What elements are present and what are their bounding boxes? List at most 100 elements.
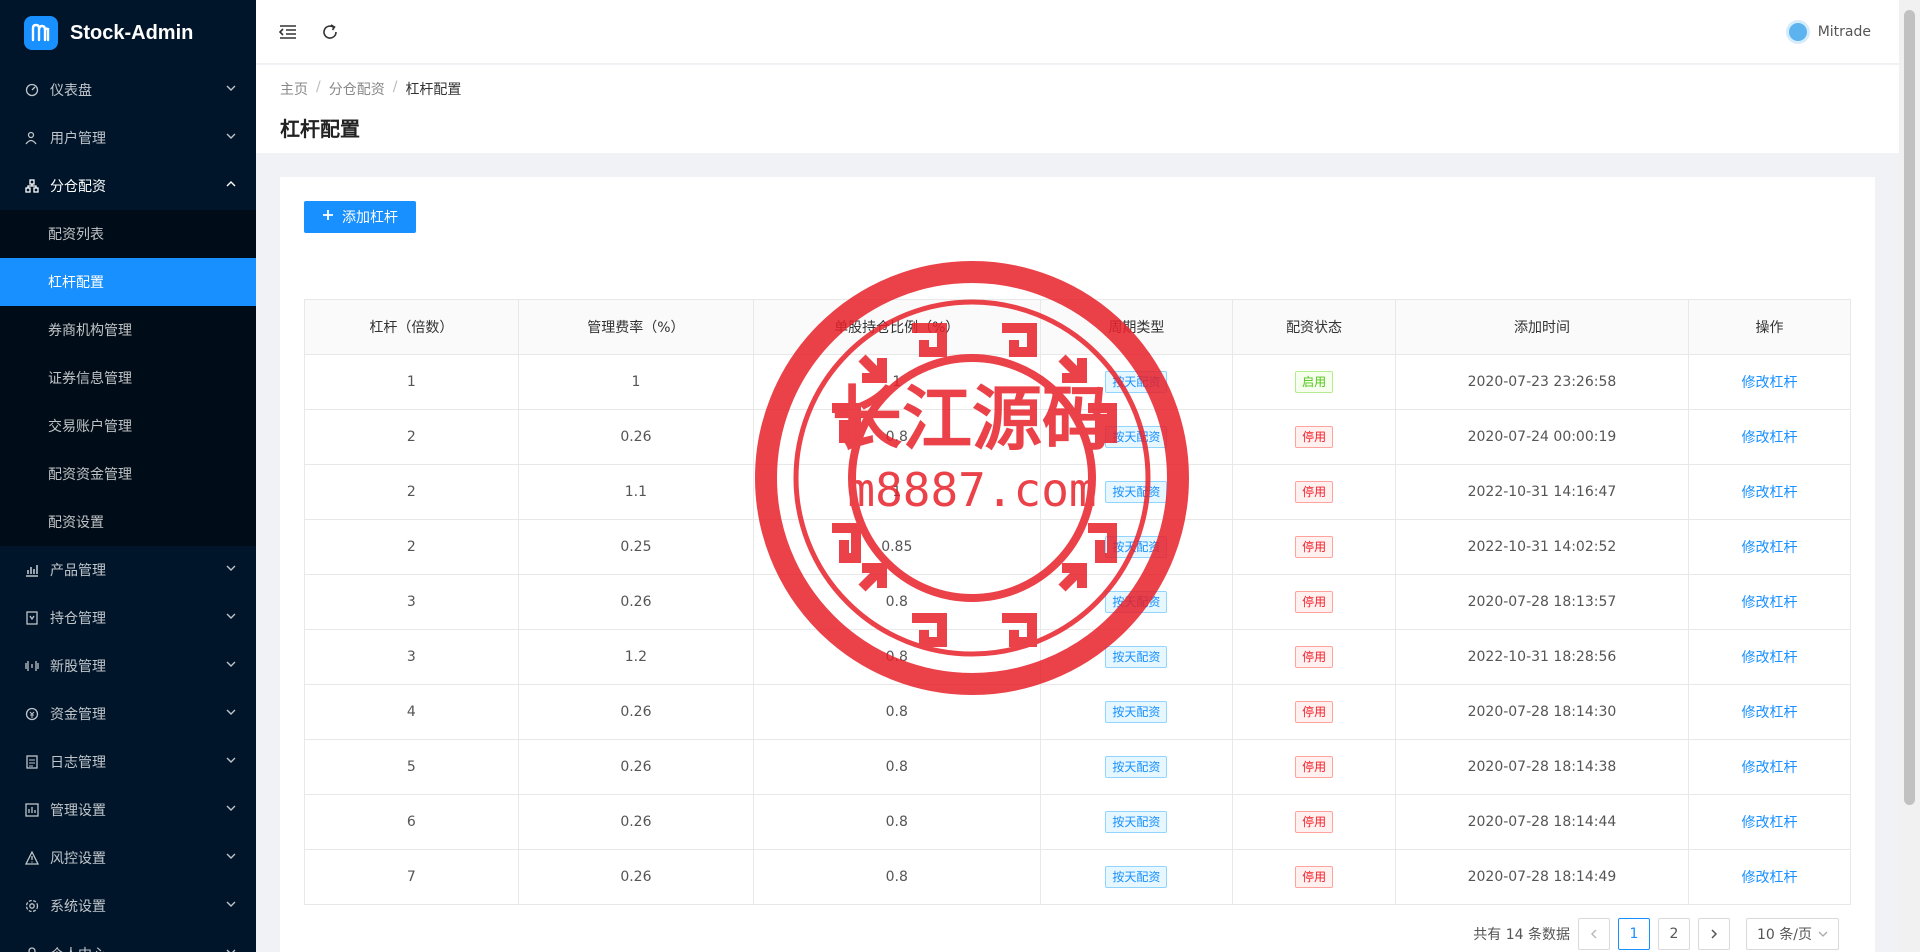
- cell-ratio: 1: [753, 354, 1041, 410]
- app-title: Stock-Admin: [70, 21, 194, 44]
- sidebar-menu-item[interactable]: 管理设置: [0, 786, 256, 834]
- table-row: 7 0.26 0.8 按天配资 停用 2020-07-28 18:14:49 修改杠杆: [304, 849, 1851, 905]
- reload-icon[interactable]: [318, 20, 342, 44]
- edit-lever-link[interactable]: 修改杠杆: [1742, 430, 1798, 446]
- next-page-button[interactable]: [1698, 918, 1731, 950]
- cell-fee: 0.26: [517, 574, 755, 630]
- content-card: 添加杠杆 杠杆（倍数） 管理费率（%） 单股持仓比例（%） 周期类型 配资状态 添加时间操…: [280, 177, 1875, 952]
- menu-fold-icon[interactable]: [276, 20, 300, 44]
- add-lever-button[interactable]: 添加杠杆: [304, 201, 416, 233]
- sidebar-menu-item[interactable]: 资金管理: [0, 690, 256, 738]
- sidebar-submenu-item[interactable]: 配资资金管理: [0, 450, 256, 498]
- sidebar-menu-item[interactable]: 个人中心: [0, 930, 256, 952]
- cell-time: 2020-07-23 23:26:58: [1394, 354, 1690, 410]
- sidebar-menu-item[interactable]: 新股管理: [0, 642, 256, 690]
- cell-ratio: 0.8: [753, 629, 1041, 685]
- sidebar-menu-item[interactable]: 日志管理: [0, 738, 256, 786]
- breadcrumb-home[interactable]: 主页: [280, 79, 308, 99]
- breadcrumb-fencang[interactable]: 分仓配资: [329, 79, 385, 99]
- cell-time: 2020-07-24 00:00:19: [1394, 409, 1690, 465]
- sidebar-menu-item[interactable]: 持仓管理: [0, 594, 256, 642]
- money-icon: [24, 706, 40, 722]
- status-badge: 停用: [1295, 756, 1334, 778]
- app-logo[interactable]: Stock-Admin: [0, 0, 256, 66]
- sidebar-menu-item[interactable]: 分仓配资: [0, 162, 256, 210]
- edit-lever-link[interactable]: 修改杠杆: [1742, 815, 1798, 831]
- cell-lever: 2: [304, 519, 519, 575]
- cell-fee: 0.26: [517, 849, 755, 905]
- status-badge: 启用: [1295, 371, 1334, 393]
- sidebar-submenu-item[interactable]: 券商机构管理: [0, 306, 256, 354]
- sidebar-submenu-item[interactable]: 交易账户管理: [0, 402, 256, 450]
- sidebar-submenu-item[interactable]: 证券信息管理: [0, 354, 256, 402]
- sidebar-menu-item[interactable]: 风控设置: [0, 834, 256, 882]
- sidebar-submenu-item[interactable]: 配资设置: [0, 498, 256, 546]
- submenu-fencang: 配资列表 杠杆配置 券商机构管理 证券信息管理 交易账户管理 配资资金管理 配资设置: [0, 210, 256, 546]
- chevron-down-icon: [226, 133, 236, 143]
- cell-time: 2022-10-31 18:28:56: [1394, 629, 1690, 685]
- avatar: [1785, 19, 1810, 44]
- edit-lever-link[interactable]: 修改杠杆: [1742, 760, 1798, 776]
- cell-fee: 0.26: [517, 409, 755, 465]
- column-header: 管理费率（%）: [517, 299, 755, 355]
- page-title: 杠杆配置: [280, 117, 360, 141]
- table-row: 5 0.26 0.8 按天配资 停用 2020-07-28 18:14:38 修改杠杆: [304, 739, 1851, 795]
- sidebar-submenu-item[interactable]: 杠杆配置: [0, 258, 256, 306]
- edit-lever-link[interactable]: 修改杠杆: [1742, 540, 1798, 556]
- cell-time: 2020-07-28 18:14:44: [1394, 794, 1690, 850]
- sidebar-menu-item[interactable]: 用户管理: [0, 114, 256, 162]
- sidebar-menu-label: 风控设置: [50, 851, 106, 867]
- cell-ratio: 0.8: [753, 794, 1041, 850]
- sidebar-menu-item[interactable]: 仪表盘: [0, 66, 256, 114]
- status-badge: 停用: [1295, 481, 1334, 503]
- sidebar-menu-label: 产品管理: [50, 563, 106, 579]
- cycle-tag: 按天配资: [1105, 811, 1168, 833]
- table-row: 3 1.2 0.8 按天配资 停用 2022-10-31 18:28:56 修改杠杆: [304, 629, 1851, 685]
- chevron-down-icon: [226, 853, 236, 863]
- edit-lever-link[interactable]: 修改杠杆: [1742, 705, 1798, 721]
- page-1-button[interactable]: 1: [1618, 918, 1651, 950]
- page-2-button[interactable]: 2: [1658, 918, 1691, 950]
- page-size-select[interactable]: 10 条/页: [1746, 918, 1839, 950]
- column-header: 周期类型: [1039, 299, 1234, 355]
- status-badge: 停用: [1295, 536, 1334, 558]
- sidebar-menu-item[interactable]: 产品管理: [0, 546, 256, 594]
- pagination-total: 共有 14 条数据: [1473, 927, 1571, 943]
- edit-lever-link[interactable]: 修改杠杆: [1742, 870, 1798, 886]
- sidebar-menu-item[interactable]: 系统设置: [0, 882, 256, 930]
- user-menu[interactable]: Mitrade: [1785, 19, 1879, 44]
- breadcrumb: 主页 / 分仓配资 / 杠杆配置: [280, 79, 462, 99]
- cell-lever: 7: [304, 849, 519, 905]
- cluster-icon: [24, 178, 40, 194]
- chevron-down-icon: [226, 709, 236, 719]
- page-scrollbar[interactable]: [1899, 0, 1920, 952]
- column-header: 配资状态: [1232, 299, 1396, 355]
- cell-lever: 3: [304, 629, 519, 685]
- sidebar-submenu-item[interactable]: 配资列表: [0, 210, 256, 258]
- edit-lever-link[interactable]: 修改杠杆: [1742, 375, 1798, 391]
- cycle-tag: 按天配资: [1105, 536, 1168, 558]
- cell-ratio: 0.85: [753, 519, 1041, 575]
- cell-lever: 4: [304, 684, 519, 740]
- chevron-down-icon: [226, 85, 236, 95]
- status-badge: 停用: [1295, 426, 1334, 448]
- sidebar-menu-label: 资金管理: [50, 707, 106, 723]
- pagination: 共有 14 条数据 1 2 10 条/页: [1473, 918, 1839, 950]
- prev-page-button[interactable]: [1578, 918, 1611, 950]
- cycle-tag: 按天配资: [1105, 646, 1168, 668]
- cell-time: 2022-10-31 14:02:52: [1394, 519, 1690, 575]
- edit-lever-link[interactable]: 修改杠杆: [1742, 595, 1798, 611]
- table-row: 6 0.26 0.8 按天配资 停用 2020-07-28 18:14:44 修改杠杆: [304, 794, 1851, 850]
- page-header: 主页 / 分仓配资 / 杠杆配置 杠杆配置: [256, 65, 1899, 153]
- log-icon: [24, 754, 40, 770]
- cell-ratio: 1: [753, 464, 1041, 520]
- table-row: 1 1 1 按天配资 启用 2020-07-23 23:26:58 修改杠杆: [304, 354, 1851, 410]
- scrollbar-thumb[interactable]: [1904, 10, 1915, 805]
- edit-lever-link[interactable]: 修改杠杆: [1742, 650, 1798, 666]
- lever-table: 杠杆（倍数） 管理费率（%） 单股持仓比例（%） 周期类型 配资状态 添加时间 操作 111…: [304, 299, 1851, 905]
- cycle-tag: 按天配资: [1105, 866, 1168, 888]
- cycle-tag: 按天配资: [1105, 371, 1168, 393]
- edit-lever-link[interactable]: 修改杠杆: [1742, 485, 1798, 501]
- username: Mitrade: [1817, 23, 1871, 40]
- chevron-down-icon: [226, 565, 236, 575]
